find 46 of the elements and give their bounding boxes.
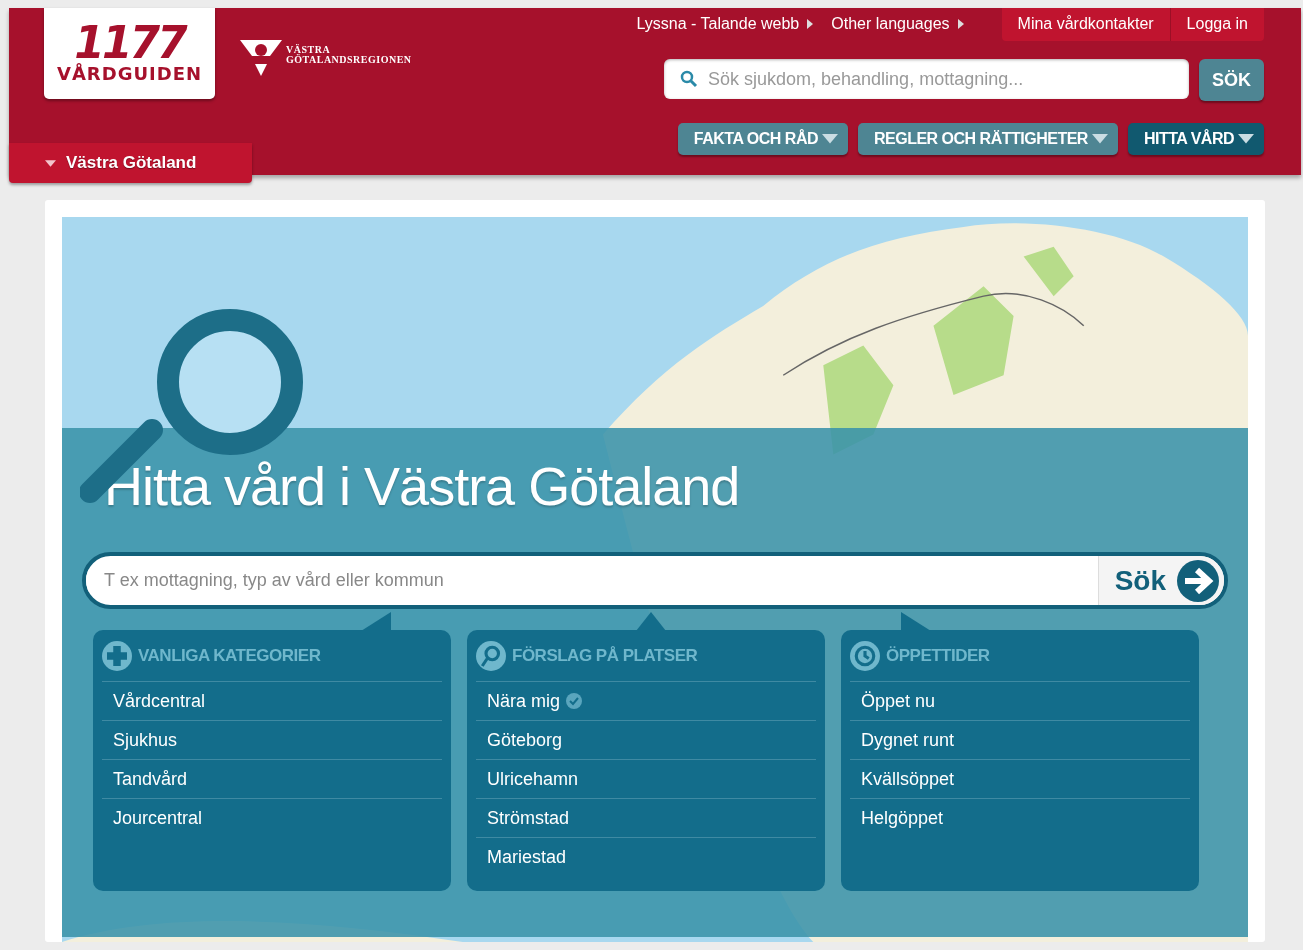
region-dropdown[interactable]: Västra Götaland <box>9 143 252 183</box>
top-link[interactable]: Lyssna - Talande webb <box>636 15 814 33</box>
panel-link[interactable]: Helgöppet <box>850 799 1190 837</box>
panel-link[interactable]: Ulricehamn <box>476 760 816 799</box>
site-logo[interactable]: 1177 VÅRDGUIDEN <box>44 8 215 99</box>
check-circle-icon <box>566 693 583 709</box>
nav-menu-button[interactable]: FAKTA OCH RÅD <box>677 123 848 155</box>
region-logo-text: GÖTALANDSREGIONEN <box>286 55 412 65</box>
panel-link[interactable]: Jourcentral <box>102 799 442 837</box>
chevron-icon <box>807 19 814 29</box>
region-logo-text: VÄSTRA <box>286 45 331 55</box>
panel-link[interactable]: Dygnet runt <box>850 721 1190 760</box>
region-emblem-icon <box>240 40 282 76</box>
panel-heading: ÖPPETTIDER <box>886 645 990 666</box>
care-search-button[interactable]: Sök <box>1097 556 1224 605</box>
account-link[interactable]: Mina vårdkontakter <box>1001 8 1170 41</box>
nav-menu-button[interactable]: HITTA VÅRD <box>1127 123 1264 155</box>
logo-number: 1177 <box>74 22 185 63</box>
search-icon <box>680 70 698 88</box>
panel-link[interactable]: Strömstad <box>476 799 816 838</box>
logo-name: VÅRDGUIDEN <box>56 62 203 85</box>
account-link[interactable]: Logga in <box>1169 8 1264 41</box>
nav-menu-button[interactable]: REGLER OCH RÄTTIGHETER <box>858 123 1118 155</box>
panel-link[interactable]: Nära mig <box>476 682 816 721</box>
chevron-icon <box>957 19 964 29</box>
caret-icon <box>822 134 838 144</box>
caret-icon <box>1091 134 1108 144</box>
caret-icon <box>1238 134 1254 144</box>
panel-link[interactable]: Mariestad <box>476 838 816 876</box>
panel-link[interactable]: Kvällsöppet <box>850 760 1190 799</box>
panel-heading: VANLIGA KATEGORIER <box>138 645 321 666</box>
panel-link[interactable]: Sjukhus <box>102 721 442 760</box>
clock-icon <box>850 640 880 671</box>
search-button[interactable]: SÖK <box>1199 59 1264 101</box>
magnifier-icon <box>476 640 506 671</box>
search-field[interactable]: Sök sjukdom, behandling, mottagning... <box>664 59 1189 99</box>
panel-link[interactable]: Tandvård <box>102 760 442 799</box>
panel-heading: FÖRSLAG PÅ PLATSER <box>512 645 698 666</box>
arrow-right-icon <box>1176 558 1220 603</box>
panel-link[interactable]: Öppet nu <box>850 682 1190 721</box>
care-search-field[interactable]: T ex mottagning, typ av vård eller kommun Sök <box>82 552 1228 609</box>
panel-link[interactable]: Göteborg <box>476 721 816 760</box>
panel-link[interactable]: Vårdcentral <box>102 682 442 721</box>
top-link[interactable]: Other languages <box>831 15 964 33</box>
caret-icon <box>45 159 56 167</box>
cross-icon <box>102 640 132 671</box>
